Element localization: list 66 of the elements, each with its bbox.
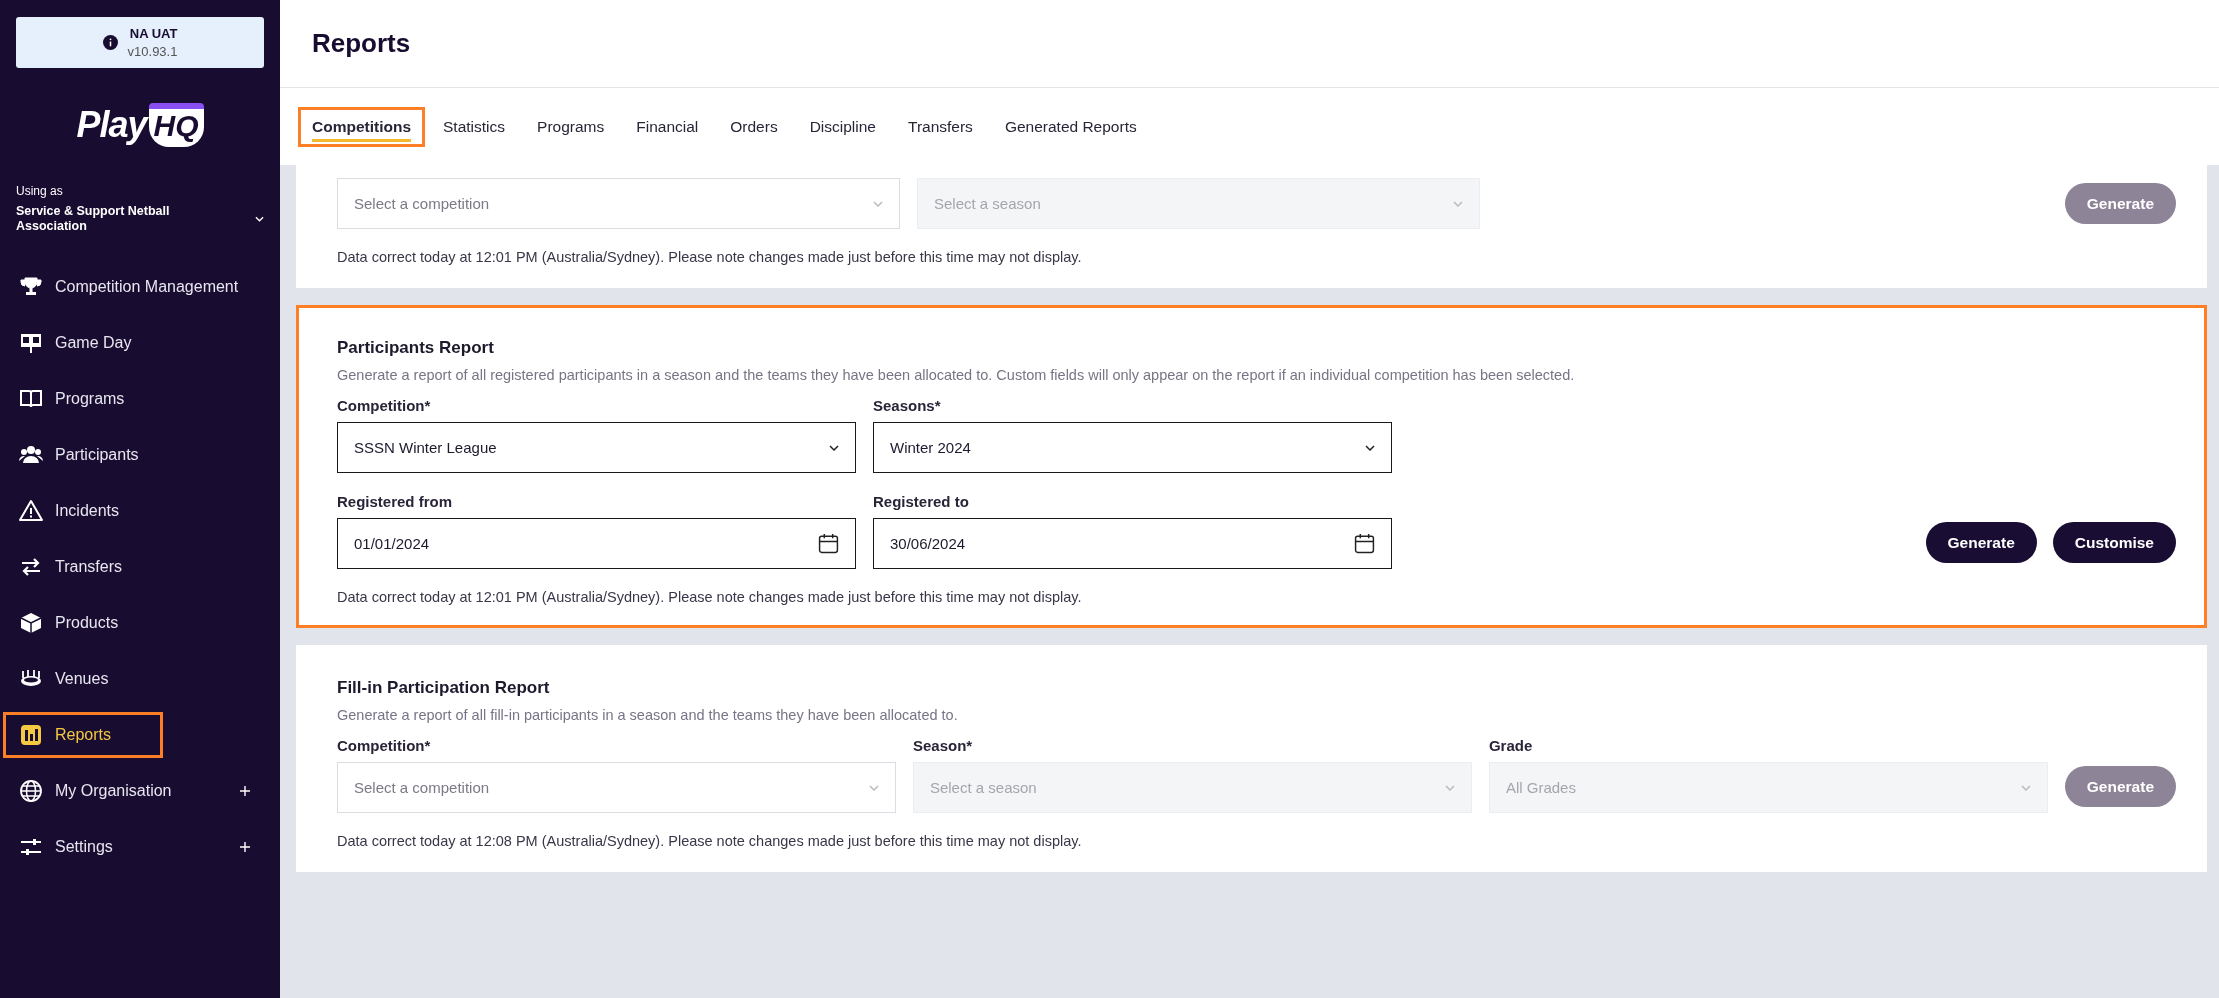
calendar-icon: [1354, 533, 1375, 554]
chevron-down-icon: [1365, 444, 1375, 451]
dropdown-field[interactable]: SSSN Winter League: [337, 422, 856, 473]
nav-item[interactable]: Programs: [3, 376, 253, 422]
info-icon: [102, 35, 118, 50]
nav-item[interactable]: Incidents: [3, 488, 253, 534]
date-field[interactable]: 30/06/2024: [873, 518, 1392, 569]
data-timestamp-note: Data correct today at 12:08 PM (Australia/Sydney). Please note changes made just before this time may not display.: [337, 833, 1083, 849]
environment-name: NA UAT: [129, 24, 178, 43]
field-label: Registered to: [873, 493, 970, 510]
nav-item[interactable]: Transfers: [3, 544, 253, 590]
report-description: Generate a report of all fill-in participants in a season and the teams they have been allocated to.: [337, 707, 959, 723]
tab[interactable]: Financial: [622, 106, 713, 147]
tab[interactable]: Transfers: [894, 106, 987, 147]
warning-icon: [19, 499, 43, 523]
tab[interactable]: Discipline: [795, 106, 890, 147]
globe-icon: [19, 779, 43, 803]
field-label: Competition*: [337, 397, 432, 414]
calendar-icon: [818, 533, 839, 554]
data-timestamp-note: Data correct today at 12:01 PM (Australia/Sydney). Please note changes made just before this time may not display.: [337, 249, 1083, 265]
dropdown-field[interactable]: Select a competition: [337, 178, 900, 229]
tab[interactable]: Statistics: [429, 106, 520, 147]
chevron-down-icon: [829, 444, 839, 451]
bar-chart-icon: [19, 723, 43, 747]
chevron-down-icon[interactable]: [255, 216, 264, 222]
organisation-name[interactable]: Service & Support Netball Association: [16, 204, 206, 234]
tab[interactable]: Generated Reports: [990, 106, 1151, 147]
report-title: Fill-in Participation Report: [337, 678, 551, 698]
scoreboard-icon: [19, 331, 43, 355]
chevron-down-icon: [873, 200, 883, 207]
logo-wordmark: Play: [76, 104, 147, 146]
nav-item[interactable]: Game Day: [3, 320, 253, 366]
field-label: Registered from: [337, 493, 454, 510]
page-title: Reports: [312, 28, 411, 59]
chevron-down-icon: [2020, 784, 2031, 791]
chevron-down-icon: [868, 784, 879, 791]
chevron-down-icon: [1453, 200, 1463, 207]
field-label: Season*: [912, 737, 974, 754]
plus-icon[interactable]: [240, 786, 250, 796]
box-icon: [19, 611, 43, 635]
generate-button[interactable]: Generate: [1925, 522, 2037, 563]
tab[interactable]: Competitions: [298, 106, 426, 147]
report-title: Participants Report: [337, 338, 495, 358]
nav-item[interactable]: Participants: [3, 432, 253, 478]
nav-item[interactable]: Products: [3, 600, 253, 646]
logo-shield: HQ: [148, 103, 204, 147]
nav-item[interactable]: Competition Management: [3, 264, 253, 310]
chevron-down-icon: [1444, 784, 1455, 791]
data-timestamp-note: Data correct today at 12:01 PM (Australia/Sydney). Please note changes made just before this time may not display.: [337, 589, 1083, 605]
using-as-caption: Using as: [16, 184, 64, 198]
field-label: Grade: [1488, 737, 1534, 754]
dropdown-field[interactable]: Winter 2024: [873, 422, 1392, 473]
report-description: Generate a report of all registered participants in a season and the teams they have been allocated to. Custom fields will only appear on the report if an individual competition has been selected.: [337, 367, 1576, 383]
version-text: v10.93.1: [127, 42, 178, 61]
customise-button[interactable]: Customise: [2052, 522, 2176, 563]
dropdown-field[interactable]: Select a competition: [337, 762, 896, 813]
nav-item[interactable]: My Organisation: [3, 768, 253, 814]
nav-item[interactable]: Venues: [3, 656, 253, 702]
plus-icon[interactable]: [240, 842, 250, 852]
tab[interactable]: Orders: [716, 106, 792, 147]
tab[interactable]: Programs: [523, 106, 619, 147]
nav-item[interactable]: Reports: [3, 712, 163, 758]
field-label: Competition*: [337, 737, 432, 754]
date-field[interactable]: 01/01/2024: [337, 518, 856, 569]
field-label: Seasons*: [873, 397, 942, 414]
nav-item[interactable]: Settings: [3, 824, 253, 870]
